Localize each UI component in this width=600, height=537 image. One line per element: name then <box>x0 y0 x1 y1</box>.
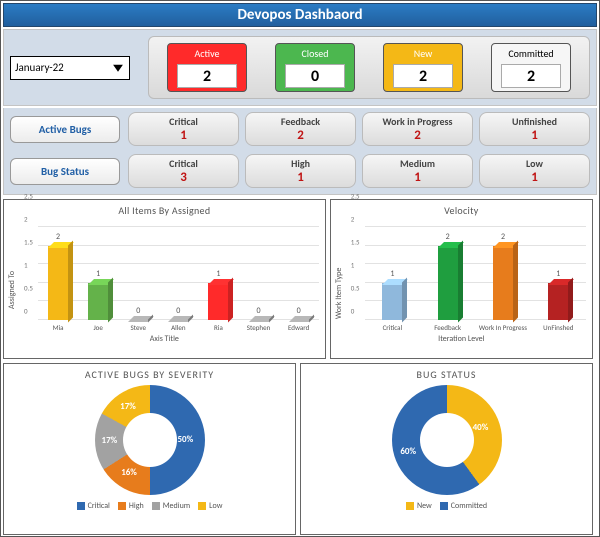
chart-bug-status: BUG STATUS 40% 60% New Committed <box>300 363 593 535</box>
data-label: 0 <box>256 306 260 316</box>
bar: 1 <box>548 283 568 320</box>
kpi-label: Critical <box>129 115 238 128</box>
kpi-value: 1 <box>480 128 589 143</box>
bar: 1 <box>208 283 228 320</box>
row-active-bugs: Active Bugs Critical1Feedback2Work in Pr… <box>3 108 597 150</box>
x-tick: Mia <box>38 323 78 332</box>
bar: 2 <box>493 246 513 320</box>
legend-item: High <box>118 501 144 511</box>
chart-velocity: Velocity Work Item Type 1221 CriticalFee… <box>330 199 593 359</box>
status-card-active[interactable]: Active 2 <box>167 43 247 92</box>
status-card-closed[interactable]: Closed 0 <box>275 43 355 92</box>
status-label: Committed <box>492 46 570 61</box>
status-value: 2 <box>501 64 561 88</box>
bar: 2 <box>438 246 458 320</box>
row-bug-status: Bug Status Critical3High1Medium1Low1 <box>3 150 597 195</box>
x-tick: Critical <box>365 323 420 332</box>
kpi-value: 1 <box>246 170 355 185</box>
x-tick: Steve <box>118 323 158 332</box>
x-tick: Feedback <box>420 323 475 332</box>
y-axis-label: Work Item Type <box>334 268 344 319</box>
status-card-committed[interactable]: Committed 2 <box>491 43 571 92</box>
kpi-value: 2 <box>246 128 355 143</box>
x-tick: Edward <box>279 323 319 332</box>
slice-label: 16% <box>121 467 137 478</box>
row-label: Bug Status <box>10 158 120 185</box>
x-axis-label: Iteration Level <box>331 334 592 344</box>
status-value: 0 <box>285 64 345 88</box>
data-label: 1 <box>216 269 220 279</box>
page-title: Devopos Dashbaord <box>3 3 597 27</box>
legend-item: Low <box>198 501 222 511</box>
legend-item: New <box>406 501 432 511</box>
x-tick: Ria <box>198 323 238 332</box>
top-band: January-22 Active 2 Closed 0 New 2 Commi… <box>3 29 597 106</box>
kpi-label: Work in Progress <box>363 115 472 128</box>
chart-title: BUG STATUS <box>301 364 592 383</box>
slice-label: 50% <box>178 434 194 445</box>
kpi-label: Low <box>480 157 589 170</box>
bar: 1 <box>382 283 402 320</box>
chart-all-items-by-assigned: All Items By Assigned Assigned To 210010… <box>3 199 326 359</box>
bar: 2 <box>48 246 68 320</box>
month-select-value: January-22 <box>15 61 64 74</box>
kpi-value: 3 <box>129 170 238 185</box>
data-label: 0 <box>297 306 301 316</box>
kpi-pill[interactable]: Critical1 <box>128 112 239 146</box>
x-axis-label: Axis Title <box>4 334 325 344</box>
chart-title: All Items By Assigned <box>4 200 325 219</box>
status-panel: Active 2 Closed 0 New 2 Committed 2 <box>148 36 590 99</box>
kpi-label: Feedback <box>246 115 355 128</box>
chart-title: Velocity <box>331 200 592 219</box>
kpi-label: High <box>246 157 355 170</box>
kpi-pill[interactable]: Feedback2 <box>245 112 356 146</box>
status-value: 2 <box>393 64 453 88</box>
slice-label: 17% <box>102 435 118 446</box>
status-value: 2 <box>177 64 237 88</box>
slice-label: 60% <box>400 446 416 457</box>
data-label: 0 <box>176 306 180 316</box>
x-tick: Allen <box>158 323 198 332</box>
legend-item: Medium <box>152 501 190 511</box>
kpi-pill[interactable]: Critical3 <box>128 154 239 188</box>
kpi-value: 2 <box>363 128 472 143</box>
x-tick: UnFinshed <box>531 323 586 332</box>
legend-item: Critical <box>77 501 110 511</box>
kpi-pill[interactable]: High1 <box>245 154 356 188</box>
kpi-label: Unfinished <box>480 115 589 128</box>
chart-title: ACTIVE BUGS BY SEVERITY <box>4 364 295 383</box>
month-select[interactable]: January-22 <box>10 56 130 80</box>
chevron-down-icon <box>111 61 125 75</box>
row-label: Active Bugs <box>10 116 120 143</box>
slice-label: 17% <box>120 401 136 412</box>
kpi-label: Medium <box>363 157 472 170</box>
data-label: 2 <box>501 232 505 242</box>
data-label: 2 <box>446 232 450 242</box>
kpi-label: Critical <box>129 157 238 170</box>
status-card-new[interactable]: New 2 <box>383 43 463 92</box>
kpi-pill[interactable]: Unfinished1 <box>479 112 590 146</box>
kpi-value: 1 <box>129 128 238 143</box>
legend-item: Committed <box>440 501 487 511</box>
status-label: Active <box>168 46 246 61</box>
x-tick: Stephen <box>238 323 278 332</box>
kpi-value: 1 <box>480 170 589 185</box>
y-axis-label: Assigned To <box>7 271 17 309</box>
x-tick: Joe <box>78 323 118 332</box>
kpi-value: 1 <box>363 170 472 185</box>
kpi-pill[interactable]: Work in Progress2 <box>362 112 473 146</box>
data-label: 0 <box>136 306 140 316</box>
data-label: 1 <box>96 269 100 279</box>
data-label: 2 <box>56 232 60 242</box>
kpi-pill[interactable]: Low1 <box>479 154 590 188</box>
kpi-pill[interactable]: Medium1 <box>362 154 473 188</box>
chart-active-bugs-severity: ACTIVE BUGS BY SEVERITY 50% 16% 17% 17% Cri… <box>3 363 296 535</box>
status-label: Closed <box>276 46 354 61</box>
data-label: 1 <box>390 269 394 279</box>
slice-label: 40% <box>473 422 489 433</box>
x-tick: Work In Progress <box>475 323 530 332</box>
status-label: New <box>384 46 462 61</box>
bar: 1 <box>88 283 108 320</box>
data-label: 1 <box>556 269 560 279</box>
